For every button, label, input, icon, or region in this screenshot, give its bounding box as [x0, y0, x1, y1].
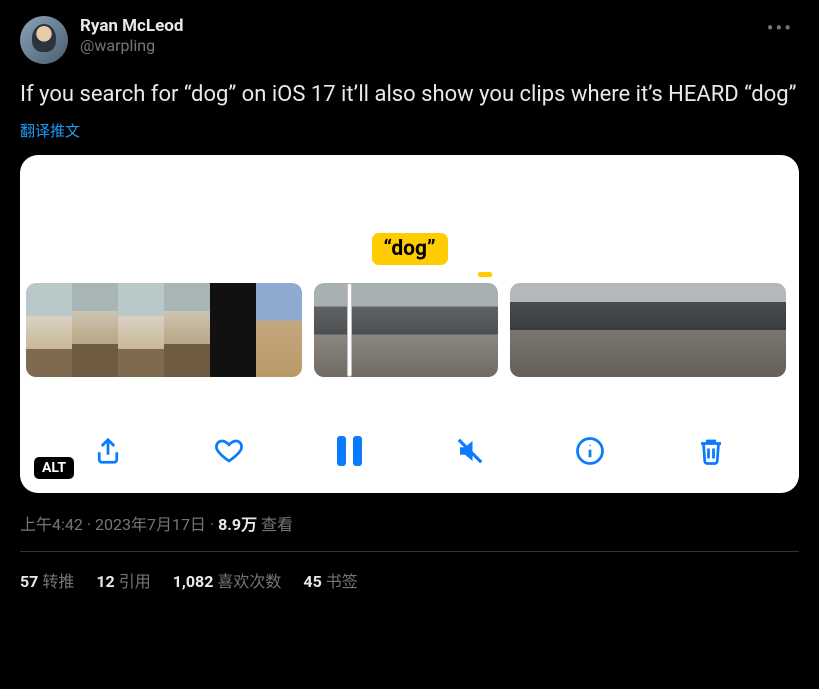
quotes-stat[interactable]: 12引用	[96, 568, 150, 592]
video-frame	[510, 283, 556, 377]
media-toolbar	[20, 431, 799, 471]
tweet-header: Ryan McLeod @warpling •••	[20, 16, 799, 64]
avatar[interactable]	[20, 16, 68, 64]
more-options-button[interactable]: •••	[761, 16, 799, 40]
video-frame	[118, 283, 164, 377]
video-frame	[256, 283, 302, 377]
video-frame	[26, 283, 72, 377]
clip-group[interactable]	[510, 283, 786, 377]
stats-row: 57转推 12引用 1,082喜欢次数 45书签	[20, 568, 799, 592]
video-frame	[648, 283, 694, 377]
trash-icon	[696, 436, 726, 466]
bookmarks-stat[interactable]: 45书签	[303, 568, 357, 592]
media-card[interactable]: “dog”	[20, 155, 799, 493]
divider	[20, 551, 799, 552]
likes-stat[interactable]: 1,082喜欢次数	[173, 568, 282, 592]
heart-icon	[214, 436, 244, 466]
info-button[interactable]	[570, 431, 610, 471]
alt-badge[interactable]: ALT	[34, 457, 74, 479]
playhead-marker	[478, 272, 492, 277]
share-button[interactable]	[88, 431, 128, 471]
video-frame	[164, 283, 210, 377]
search-term-badge: “dog”	[371, 233, 447, 265]
delete-button[interactable]	[691, 431, 731, 471]
user-handle: @warpling	[80, 36, 761, 55]
speaker-muted-icon	[455, 436, 485, 466]
share-icon	[93, 436, 123, 466]
playhead-line[interactable]	[347, 283, 352, 377]
clip-group[interactable]	[314, 283, 498, 377]
tweet-meta: 上午4:42 · 2023年7月17日 · 8.9万 查看	[20, 511, 799, 535]
video-frame	[556, 283, 602, 377]
display-name: Ryan McLeod	[80, 16, 761, 36]
video-frame	[360, 283, 406, 377]
views-count: 8.9万	[218, 515, 257, 534]
video-frame	[602, 283, 648, 377]
tweet-container: Ryan McLeod @warpling ••• If you search …	[0, 0, 819, 608]
pause-button[interactable]	[329, 431, 369, 471]
video-frame	[210, 283, 256, 377]
user-block[interactable]: Ryan McLeod @warpling	[80, 16, 761, 55]
video-frame	[694, 283, 740, 377]
video-timeline[interactable]	[20, 283, 799, 377]
video-frame	[72, 283, 118, 377]
mute-button[interactable]	[450, 431, 490, 471]
pause-icon	[337, 436, 362, 466]
info-icon	[575, 436, 605, 466]
retweets-stat[interactable]: 57转推	[20, 568, 74, 592]
views-label: 查看	[261, 515, 293, 534]
video-frame	[740, 283, 786, 377]
video-frame	[452, 283, 498, 377]
tweet-text: If you search for “dog” on iOS 17 it’ll …	[20, 80, 799, 110]
translate-link[interactable]: 翻译推文	[20, 120, 799, 141]
video-frame	[406, 283, 452, 377]
tweet-time[interactable]: 上午4:42	[20, 515, 83, 534]
clip-group[interactable]	[26, 283, 302, 377]
tweet-date[interactable]: 2023年7月17日	[95, 515, 206, 534]
video-frame	[314, 283, 360, 377]
like-button[interactable]	[209, 431, 249, 471]
